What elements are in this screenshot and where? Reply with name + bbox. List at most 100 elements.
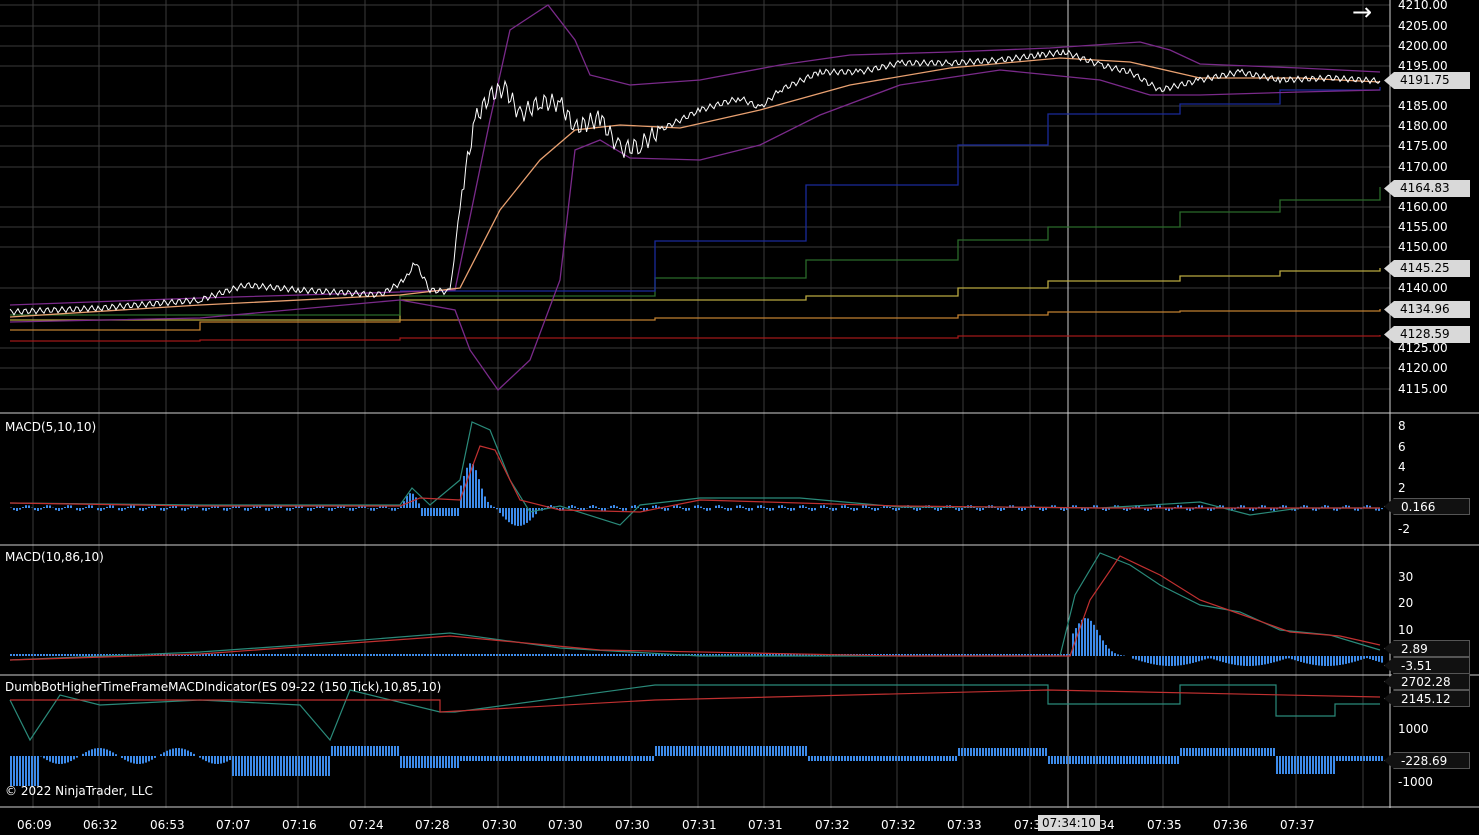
macd3-bar xyxy=(637,756,639,761)
macd3-bar xyxy=(919,756,921,761)
macd2-bar xyxy=(436,654,438,656)
macd3-bar xyxy=(199,756,201,758)
macd3-tick-label: -1000 xyxy=(1398,775,1433,789)
macd3-bar xyxy=(1231,748,1233,756)
price-tick-label: 4155.00 xyxy=(1398,220,1448,234)
macd2-bar xyxy=(1378,656,1380,662)
macd3-bar xyxy=(619,756,621,761)
macd3-bar xyxy=(355,746,357,756)
macd1-tick-label: -2 xyxy=(1398,522,1410,536)
time-tick-label: 07:30 xyxy=(615,818,650,832)
macd3-bar xyxy=(925,756,927,761)
macd3-bar xyxy=(280,756,282,776)
macd3-bar xyxy=(301,756,303,776)
macd1-bar xyxy=(439,508,441,516)
macd1-bar xyxy=(490,505,492,508)
macd3-bar xyxy=(712,746,714,756)
macd3-bar xyxy=(169,749,171,756)
macd1-bar xyxy=(82,508,84,510)
macd3-bar xyxy=(1147,756,1149,764)
macd3-bar xyxy=(166,750,168,756)
macd1-bar xyxy=(448,508,450,516)
macd2-bar xyxy=(346,654,348,656)
macd3-bar xyxy=(1321,756,1323,774)
macd3-bar xyxy=(1180,748,1182,756)
macd3-bar xyxy=(418,756,420,768)
macd1-tick-label: 8 xyxy=(1398,419,1406,433)
arrow-right-icon[interactable]: → xyxy=(1352,0,1372,26)
macd1-bar xyxy=(799,505,801,508)
macd3-bar xyxy=(739,746,741,756)
macd3-bar xyxy=(490,756,492,761)
macd3-bar xyxy=(481,756,483,761)
macd3-bar xyxy=(553,756,555,761)
macd1-bar xyxy=(709,508,711,511)
macd2-bar xyxy=(1231,656,1233,665)
macd3-bar xyxy=(1015,748,1017,756)
macd3-bar xyxy=(883,756,885,761)
macd3-bar xyxy=(1264,748,1266,756)
macd3-bar xyxy=(847,756,849,761)
macd3-bar xyxy=(82,753,84,756)
macd1-bar xyxy=(619,508,621,510)
macd3-bar xyxy=(682,746,684,756)
time-tick-label: 07:36 xyxy=(1213,818,1248,832)
macd3-bar xyxy=(718,746,720,756)
macd2-bar xyxy=(1348,656,1350,664)
macd3-bar xyxy=(1183,748,1185,756)
macd1-bar xyxy=(745,508,747,510)
macd1-bar xyxy=(685,508,687,511)
macd3-bar xyxy=(964,748,966,756)
macd3-bar xyxy=(1198,748,1200,756)
macd3-bar xyxy=(625,756,627,761)
macd1-bar xyxy=(295,506,297,508)
macd1-bar xyxy=(793,508,795,511)
macd2-bar xyxy=(655,654,657,656)
macd3-bar xyxy=(151,756,153,760)
macd3-bar xyxy=(397,746,399,756)
macd3-bar xyxy=(106,749,108,756)
macd1-bar xyxy=(457,508,459,516)
macd3-bar xyxy=(28,756,30,786)
macd3-bar xyxy=(226,756,228,762)
macd1-bar xyxy=(874,508,876,511)
macd2-bar xyxy=(508,654,510,656)
macd3-bar xyxy=(58,756,60,764)
macd1-bar xyxy=(1042,508,1044,511)
macd3-bar xyxy=(130,756,132,763)
chart-canvas[interactable]: 4210.00 4205.00 4200.00 4195.00 4185.00 4180.… xyxy=(0,0,1479,835)
macd2-bar xyxy=(277,654,279,656)
macd3-bar xyxy=(1027,748,1029,756)
macd3-bar xyxy=(427,756,429,768)
macd2-bar xyxy=(601,654,603,656)
macd1-bar xyxy=(634,505,636,508)
macd3-bar xyxy=(1156,756,1158,764)
price-badge-red: 4128.59 xyxy=(1384,326,1470,343)
macd3-bar xyxy=(934,756,936,761)
macd3-bar xyxy=(907,756,909,761)
macd3-bar xyxy=(376,746,378,756)
macd3-bar xyxy=(1126,756,1128,764)
macd3-badge-a: 2702.28 xyxy=(1384,673,1470,690)
macd1-bar xyxy=(328,508,330,511)
macd1-bar xyxy=(832,508,834,511)
macd1-bar xyxy=(568,505,570,508)
macd1-bar xyxy=(718,505,720,508)
macd3-bar xyxy=(1327,756,1329,774)
macd1-bar xyxy=(337,506,339,508)
macd3-bar xyxy=(667,746,669,756)
macd2-bar xyxy=(1288,656,1290,659)
macd3-bar xyxy=(61,756,63,764)
macd1-bar xyxy=(316,506,318,508)
macd3-bar xyxy=(313,756,315,776)
macd2-bar xyxy=(562,654,564,656)
macd2-bar xyxy=(1213,656,1215,660)
macd2-bar xyxy=(220,654,222,656)
macd2-bar xyxy=(1144,656,1146,663)
macd1-bar xyxy=(652,505,654,508)
macd3-bar xyxy=(1282,756,1284,774)
macd1-bar xyxy=(265,508,267,511)
macd2-bar xyxy=(334,654,336,656)
macd1-bar xyxy=(604,508,606,511)
price-badge-last: 4191.75 xyxy=(1384,72,1470,89)
